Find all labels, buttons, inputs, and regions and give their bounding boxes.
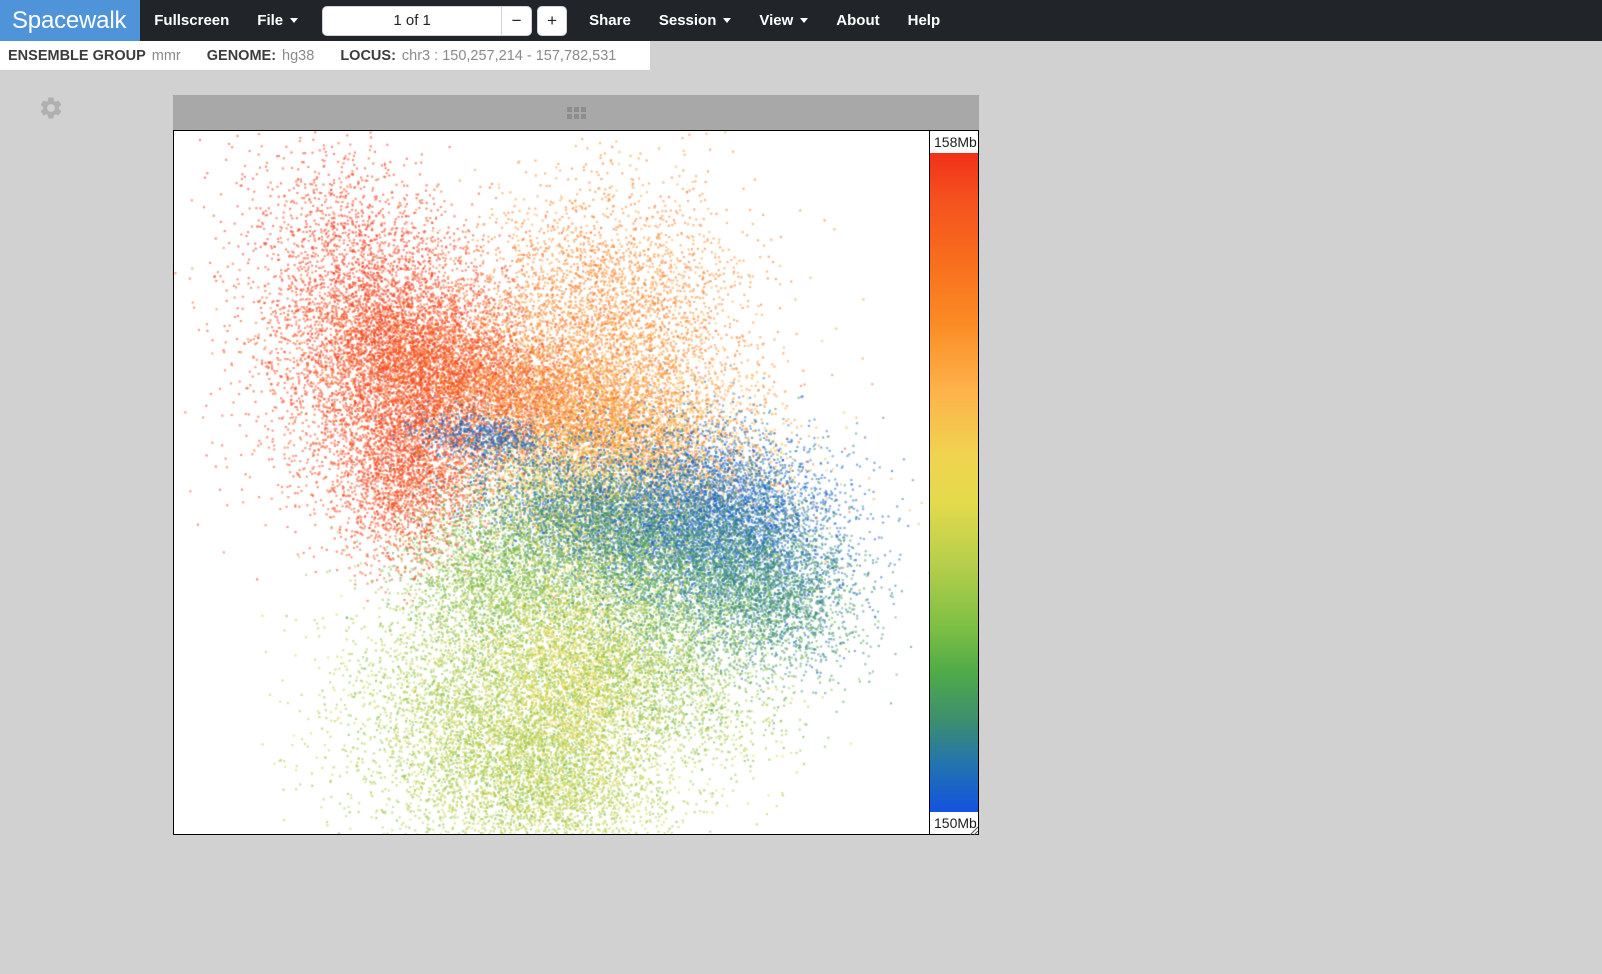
nav-item-label: Fullscreen: [154, 12, 229, 29]
scatter-plot-canvas[interactable]: [174, 131, 978, 834]
chevron-down-icon: [800, 18, 808, 23]
resize-grip-icon[interactable]: [967, 823, 979, 835]
scatter-plot-canvas-container[interactable]: [173, 130, 979, 835]
chevron-down-icon: [723, 18, 731, 23]
chevron-down-icon: [290, 18, 298, 23]
genome-label: GENOME:: [207, 48, 276, 64]
ensemble-group-info: ENSEMBLE GROUP mmr: [8, 48, 181, 64]
locus-label: LOCUS:: [340, 48, 396, 64]
nav-item-label: Session: [659, 12, 717, 29]
genomic-coordinate-colorbar: 158Mb 150Mb: [929, 130, 979, 835]
nav-item-label: About: [836, 12, 879, 29]
nav-item-label: Share: [589, 12, 631, 29]
page-readout-input[interactable]: 1 of 1: [322, 6, 502, 36]
top-navbar: Spacewalk Fullscreen File 1 of 1 − + Sha…: [0, 0, 1602, 41]
nav-item-about[interactable]: About: [822, 0, 893, 41]
colorbar-gradient-ramp: [929, 153, 979, 812]
nav-item-fullscreen[interactable]: Fullscreen: [140, 0, 243, 41]
nav-item-label: View: [759, 12, 793, 29]
colorbar-max-label: 158Mb: [929, 130, 979, 153]
page-stepper: 1 of 1 − +: [322, 6, 567, 36]
nav-item-file[interactable]: File: [243, 0, 312, 41]
visualization-panel: 158Mb 150Mb: [173, 95, 979, 835]
nav-item-session[interactable]: Session: [645, 0, 746, 41]
nav-item-help[interactable]: Help: [894, 0, 955, 41]
ensemble-group-value: mmr: [152, 48, 181, 64]
locus-value: chr3 : 150,257,214 - 157,782,531: [402, 48, 616, 64]
drag-dots-icon[interactable]: [567, 107, 586, 118]
nav-item-share[interactable]: Share: [575, 0, 645, 41]
ensemble-group-label: ENSEMBLE GROUP: [8, 48, 146, 64]
nav-item-label: File: [257, 12, 283, 29]
nav-item-view[interactable]: View: [745, 0, 822, 41]
genome-value: hg38: [282, 48, 314, 64]
genome-info: GENOME: hg38: [207, 48, 315, 64]
increment-button[interactable]: +: [537, 6, 567, 36]
app-brand-logo[interactable]: Spacewalk: [0, 0, 140, 41]
locus-info: LOCUS: chr3 : 150,257,214 - 157,782,531: [340, 48, 616, 64]
locus-info-bar: ENSEMBLE GROUP mmr GENOME: hg38 LOCUS: c…: [0, 41, 650, 71]
nav-item-label: Help: [908, 12, 941, 29]
panel-drag-header[interactable]: [173, 95, 979, 130]
gear-icon[interactable]: [38, 95, 64, 121]
decrement-button[interactable]: −: [502, 6, 532, 36]
